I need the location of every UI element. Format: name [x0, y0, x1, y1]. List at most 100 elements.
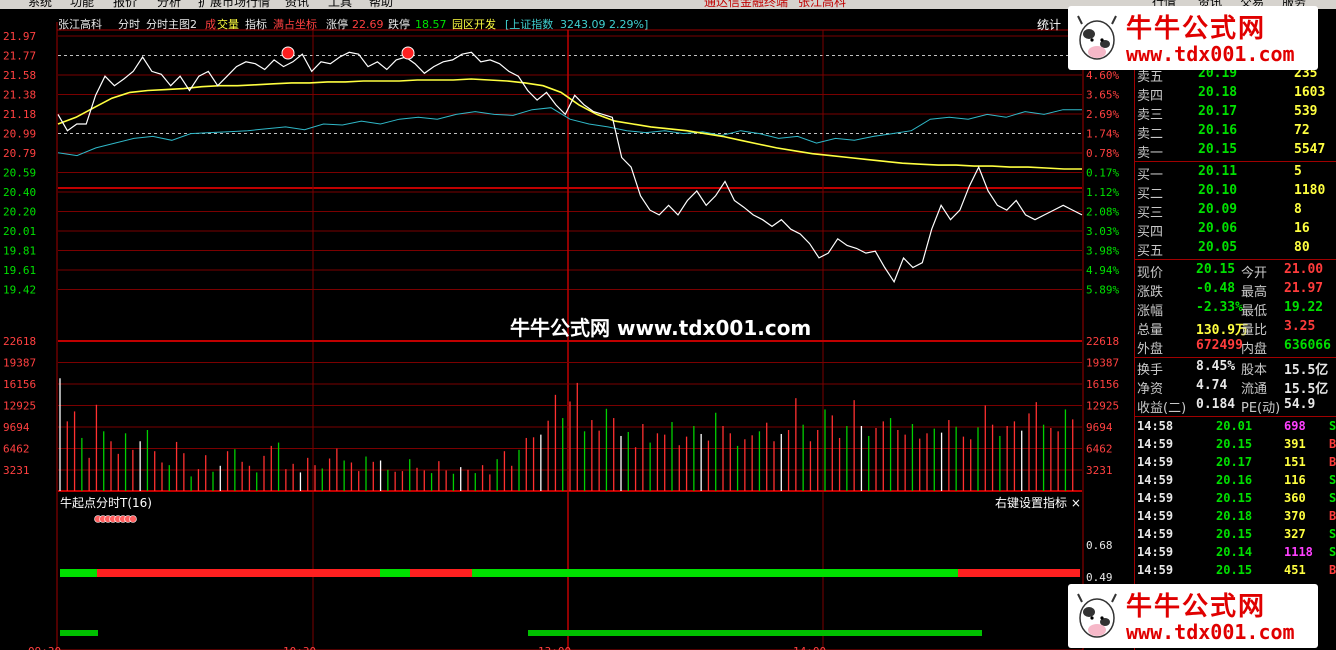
tick-volume: 698	[1284, 419, 1306, 433]
pct-tick-label: 5.89%	[1086, 284, 1119, 297]
chart-lines	[57, 46, 1083, 284]
panel-divider	[1134, 416, 1336, 417]
tick-time: 14:59	[1137, 545, 1174, 559]
tick-row: 14:59 20.15 451 B	[1134, 562, 1336, 580]
tick-time: 14:59	[1137, 563, 1174, 577]
mode-label[interactable]: 分时	[118, 18, 140, 31]
buy-volume: 5	[1294, 164, 1302, 179]
info-value: 0.184	[1196, 397, 1236, 412]
tick-flag: S	[1329, 473, 1336, 487]
buy-row: 买一 20.11 5	[1134, 163, 1336, 183]
stock-name: 张江高科	[58, 17, 102, 31]
tick-time: 14:59	[1137, 437, 1174, 451]
cow-logo-icon	[1077, 15, 1117, 60]
info-label-2: 股本	[1241, 363, 1268, 378]
vol-label-b[interactable]: 交量	[217, 17, 239, 31]
close-icon[interactable]: ×	[1071, 496, 1081, 510]
menu-system[interactable]: 系统	[28, 0, 52, 9]
buy-row: 买三 20.09 8	[1134, 201, 1336, 221]
info-row: 涨跌 -0.48 最高 21.97	[1134, 280, 1336, 300]
price-tick-label: 21.38	[3, 89, 36, 102]
tick-price: 20.15	[1216, 437, 1253, 451]
info-label: 换手	[1137, 363, 1164, 378]
pct-tick-label: 0.17%	[1086, 167, 1119, 180]
info-value-2: 21.97	[1284, 281, 1324, 296]
limit-up-label: 涨停	[326, 17, 348, 31]
price-tick-label: 21.58	[3, 69, 36, 82]
info-value: -2.33%	[1196, 300, 1243, 315]
volume-bars	[59, 378, 1074, 491]
price-tick-label: 21.77	[3, 50, 36, 63]
price-tick-label: 21.97	[3, 30, 36, 43]
volume-tick-label-right: 12925	[1086, 400, 1119, 413]
tick-price: 20.18	[1216, 509, 1253, 523]
stat-button[interactable]: 统计	[1037, 16, 1061, 33]
formula-label[interactable]: 分时主图2	[146, 18, 197, 31]
pct-tick-label: 4.94%	[1086, 264, 1119, 277]
watermark-url: www.tdx001.com	[1126, 620, 1295, 644]
indicator-button[interactable]: 指标	[245, 17, 267, 31]
tick-volume: 327	[1284, 527, 1306, 541]
high-marker-icon	[281, 46, 295, 60]
info-label: 涨跌	[1137, 285, 1164, 300]
sell-volume: 539	[1294, 104, 1318, 119]
tick-flag: B	[1329, 563, 1336, 577]
time-tick-label: 14:00	[793, 645, 826, 650]
tick-row: 14:59 20.15 327 S	[1134, 526, 1336, 544]
buy-price: 20.11	[1198, 164, 1238, 179]
buy-label: 买二	[1137, 187, 1164, 202]
vol-label-a[interactable]: 成	[205, 18, 216, 31]
sell-price: 20.18	[1198, 85, 1238, 100]
sell-price: 20.17	[1198, 104, 1238, 119]
info-label: 收益(二)	[1137, 401, 1187, 416]
info-label: 现价	[1137, 266, 1164, 281]
menu-help[interactable]: 帮助	[369, 0, 393, 9]
info-value: 4.74	[1196, 378, 1228, 393]
menu-extended[interactable]: 扩展市场行情	[198, 0, 270, 9]
info-label-2: 最高	[1241, 285, 1268, 300]
price-tick-label: 20.40	[3, 186, 36, 199]
tick-flag: B	[1329, 509, 1336, 523]
index-line	[57, 107, 1082, 157]
buy-row: 买四 20.06 16	[1134, 220, 1336, 240]
price-tick-label: 19.61	[3, 264, 36, 277]
indicator-name[interactable]: 牛起点分时T(16)	[60, 494, 152, 511]
signal-dot-icon	[129, 515, 137, 523]
volume-tick-label-right: 16156	[1086, 378, 1119, 391]
menu-info[interactable]: 资讯	[285, 0, 309, 9]
info-value-2: 54.9	[1284, 397, 1316, 412]
panel-divider	[1134, 259, 1336, 260]
menu-quote[interactable]: 报价	[113, 0, 137, 9]
info-value-2: 19.22	[1284, 300, 1324, 315]
tick-price: 20.15	[1216, 563, 1253, 577]
sell-price: 20.16	[1198, 123, 1238, 138]
menu-analysis[interactable]: 分析	[157, 0, 181, 9]
price-tick-label: 20.01	[3, 225, 36, 238]
limit-down-label: 跌停	[388, 17, 410, 31]
chart-header: 张江高科 分时 分时主图2 成 交量 指标 满占坐标 涨停 22.69 跌停 1…	[58, 17, 648, 31]
sell-label: 卖四	[1137, 89, 1164, 104]
full-axis-button[interactable]: 满占坐标	[273, 17, 317, 31]
sell-volume: 72	[1294, 123, 1310, 138]
info-label-2: 最低	[1241, 304, 1268, 319]
buy-volume: 8	[1294, 202, 1302, 217]
indicator-tick-label: 0.49	[1086, 571, 1113, 584]
info-row: 总量 130.9万 量比 3.25	[1134, 318, 1336, 338]
volume-tick-label: 22618	[3, 335, 36, 348]
tick-volume: 1118	[1284, 545, 1313, 559]
pct-tick-label: 2.08%	[1086, 206, 1119, 219]
info-value: 672499	[1196, 338, 1243, 353]
volume-tick-label: 16156	[3, 378, 36, 391]
indicator-settings[interactable]: 右键设置指标 ×	[995, 494, 1081, 511]
tick-volume: 391	[1284, 437, 1306, 451]
tick-time: 14:59	[1137, 473, 1174, 487]
indicator-settings-label[interactable]: 右键设置指标	[995, 496, 1067, 510]
sector-label[interactable]: 园区开发	[452, 17, 496, 31]
menu-function[interactable]: 功能	[70, 0, 94, 9]
menu-tools[interactable]: 工具	[328, 0, 352, 9]
high-marker-icon	[401, 46, 415, 60]
window-stock-name: 张江高科	[798, 0, 847, 9]
buy-row: 买二 20.10 1180	[1134, 182, 1336, 202]
sell-volume: 5547	[1294, 142, 1326, 157]
price-tick-label: 20.59	[3, 167, 36, 180]
